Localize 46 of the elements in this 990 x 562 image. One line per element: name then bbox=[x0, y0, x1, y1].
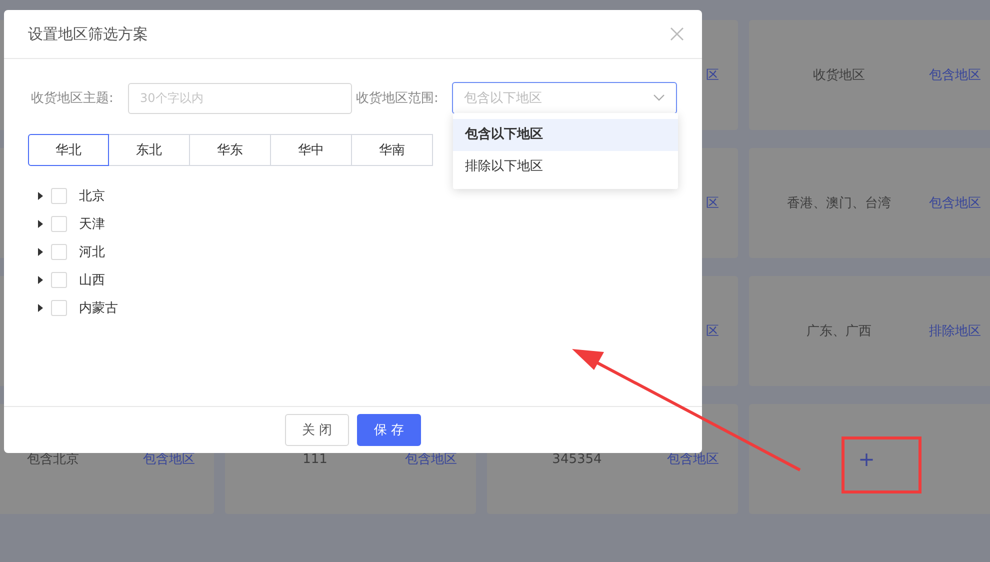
region-label: 天津 bbox=[79, 216, 105, 233]
save-button[interactable]: 保 存 bbox=[357, 414, 421, 446]
region-label: 河北 bbox=[79, 244, 105, 261]
checkbox[interactable] bbox=[51, 188, 67, 204]
region-label: 北京 bbox=[79, 188, 105, 205]
add-button[interactable]: + bbox=[854, 447, 879, 471]
card-link[interactable]: 包含地区 bbox=[143, 450, 214, 468]
card-link[interactable]: 区 bbox=[706, 66, 738, 84]
card-text: 香港、澳门、台湾 bbox=[787, 196, 891, 211]
card-text: 收货地区 bbox=[813, 68, 865, 83]
field-label: 收货地区主题: bbox=[31, 90, 114, 107]
card-text: 包含北京 bbox=[27, 452, 79, 467]
dropdown-option[interactable]: 包含以下地区 bbox=[453, 119, 678, 151]
caret-icon[interactable] bbox=[38, 192, 43, 200]
close-button[interactable]: 关 闭 bbox=[285, 414, 349, 446]
region-tab[interactable]: 华中 bbox=[271, 134, 352, 166]
chevron-icon bbox=[653, 94, 665, 102]
dropdown-option[interactable]: 排除以下地区 bbox=[453, 151, 678, 183]
caret-icon[interactable] bbox=[38, 220, 43, 228]
card-text: 111 bbox=[302, 452, 328, 466]
caret-icon[interactable] bbox=[38, 304, 43, 312]
region-label: 山西 bbox=[79, 272, 105, 289]
region-tab[interactable]: 华北 bbox=[28, 134, 109, 166]
card-text: 345354 bbox=[552, 452, 602, 466]
caret-icon[interactable] bbox=[38, 276, 43, 284]
region-label: 内蒙古 bbox=[79, 300, 118, 317]
region-tab[interactable]: 东北 bbox=[109, 134, 190, 166]
checkbox[interactable] bbox=[51, 216, 67, 232]
card-link[interactable]: 排除地区 bbox=[929, 322, 990, 340]
checkbox[interactable] bbox=[51, 300, 67, 316]
card-text: 广东、广西 bbox=[806, 324, 872, 339]
checkbox[interactable] bbox=[51, 272, 67, 288]
close-icon[interactable] bbox=[670, 27, 684, 41]
card-link[interactable]: 区 bbox=[706, 322, 738, 340]
caret-icon[interactable] bbox=[38, 248, 43, 256]
card-link[interactable]: 包含地区 bbox=[667, 450, 738, 468]
card-link[interactable]: 包含地区 bbox=[929, 66, 990, 84]
dialog-title: 设置地区筛选方案 bbox=[28, 24, 148, 44]
card-link[interactable]: 包含地区 bbox=[405, 450, 476, 468]
card-link[interactable]: 区 bbox=[706, 194, 738, 212]
checkbox[interactable] bbox=[51, 244, 67, 260]
region-tab[interactable]: 华东 bbox=[190, 134, 271, 166]
region-tab[interactable]: 华南 bbox=[352, 134, 433, 166]
field-label: 收货地区范围: bbox=[356, 90, 440, 107]
card-link[interactable]: 包含地区 bbox=[929, 194, 990, 212]
input-field[interactable]: 30个字以内 bbox=[128, 82, 352, 114]
